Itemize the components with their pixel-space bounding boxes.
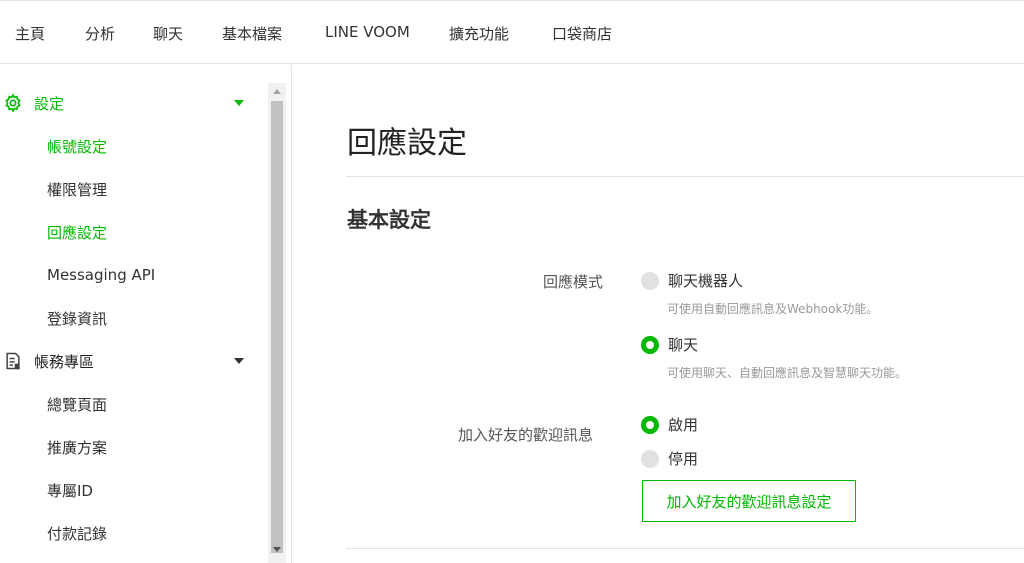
response-mode-label: 回應模式 xyxy=(543,273,604,291)
sidebar-item-payment-history[interactable]: 付款記錄 xyxy=(47,523,107,544)
radio-welcome-disable-label: 停用 xyxy=(668,450,699,468)
top-nav: 主頁 分析 聊天 基本檔案 LINE VOOM 擴充功能 口袋商店 xyxy=(0,0,1024,64)
chat-hint: 可使用聊天、自動回應訊息及智慧聊天功能。 xyxy=(667,366,908,380)
nav-chat[interactable]: 聊天 xyxy=(153,23,183,44)
sidebar-group-billing-label: 帳務專區 xyxy=(34,353,95,371)
radio-chatbot-label: 聊天機器人 xyxy=(668,272,744,290)
radio-welcome-enable-label: 啟用 xyxy=(668,416,699,434)
scroll-down-arrow-icon[interactable] xyxy=(273,547,281,552)
sidebar-item-response-settings[interactable]: 回應設定 xyxy=(47,222,107,243)
radio-button-unselected[interactable] xyxy=(641,272,659,290)
radio-button-selected[interactable] xyxy=(641,336,659,354)
nav-extensions[interactable]: 擴充功能 xyxy=(449,23,509,44)
sidebar-item-premium-id[interactable]: 專屬ID xyxy=(47,480,93,501)
sidebar: 設定 帳號設定 權限管理 回應設定 Messaging API 登錄資訊 帳務專… xyxy=(0,65,292,563)
radio-welcome-enable[interactable]: 啟用 xyxy=(641,414,721,436)
section-divider xyxy=(346,548,1024,549)
radio-chatbot[interactable]: 聊天機器人 xyxy=(641,270,761,292)
sidebar-scrollbar[interactable] xyxy=(268,83,286,563)
nav-line-voom[interactable]: LINE VOOM xyxy=(325,23,410,41)
section-title: 基本設定 xyxy=(347,208,431,232)
gear-icon xyxy=(3,93,23,113)
nav-profile[interactable]: 基本檔案 xyxy=(222,23,282,44)
sidebar-group-settings-label: 設定 xyxy=(34,95,65,113)
nav-pocket-shop[interactable]: 口袋商店 xyxy=(552,23,612,44)
radio-welcome-disable[interactable]: 停用 xyxy=(641,448,721,470)
sidebar-item-plans[interactable]: 推廣方案 xyxy=(47,437,107,458)
sidebar-item-permissions[interactable]: 權限管理 xyxy=(47,179,107,200)
scroll-up-arrow-icon[interactable] xyxy=(273,89,281,94)
radio-chat[interactable]: 聊天 xyxy=(641,334,721,356)
page-title: 回應設定 xyxy=(347,126,467,161)
sidebar-item-account-settings[interactable]: 帳號設定 xyxy=(47,136,107,157)
welcome-message-label: 加入好友的歡迎訊息 xyxy=(458,426,594,444)
sidebar-item-registration-info[interactable]: 登錄資訊 xyxy=(47,308,107,329)
radio-button-selected[interactable] xyxy=(641,416,659,434)
sidebar-group-billing[interactable]: 帳務專區 xyxy=(0,343,262,379)
caret-down-icon xyxy=(234,100,244,106)
caret-down-icon xyxy=(234,358,244,364)
receipt-icon xyxy=(3,351,23,371)
sidebar-group-settings[interactable]: 設定 xyxy=(0,85,262,121)
nav-analytics[interactable]: 分析 xyxy=(85,23,115,44)
chatbot-hint: 可使用自動回應訊息及Webhook功能。 xyxy=(667,302,879,316)
nav-home[interactable]: 主頁 xyxy=(15,23,45,44)
title-divider xyxy=(346,176,1024,177)
radio-button-unselected[interactable] xyxy=(641,450,659,468)
welcome-message-settings-button[interactable]: 加入好友的歡迎訊息設定 xyxy=(642,480,856,522)
sidebar-item-messaging-api[interactable]: Messaging API xyxy=(47,266,155,284)
radio-chat-label: 聊天 xyxy=(668,336,699,354)
sidebar-item-overview[interactable]: 總覽頁面 xyxy=(47,394,107,415)
scroll-thumb[interactable] xyxy=(271,101,283,553)
